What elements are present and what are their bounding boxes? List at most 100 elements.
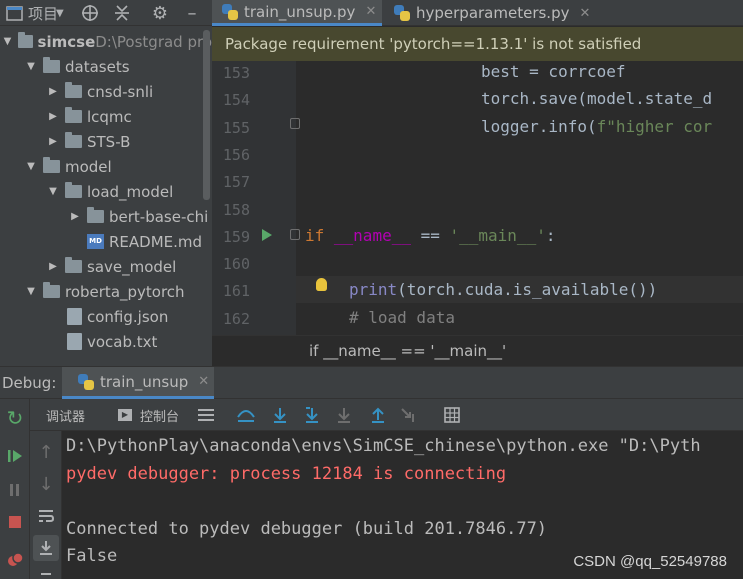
tree-item[interactable]: ▶ bert-base-chi bbox=[0, 204, 212, 229]
tree-item[interactable]: config.json bbox=[0, 304, 212, 329]
evaluate-expression-icon[interactable] bbox=[442, 405, 462, 425]
fold-icon[interactable] bbox=[290, 229, 300, 240]
pause-icon[interactable] bbox=[4, 479, 26, 501]
folder-icon bbox=[43, 157, 60, 173]
tree-item-label: lcqmc bbox=[87, 107, 132, 126]
show-execution-point-icon[interactable] bbox=[236, 405, 256, 425]
debug-toolbar: 调试器 ▶ 控制台 bbox=[30, 399, 743, 431]
line-number: 154 bbox=[222, 91, 250, 110]
chevron-down-icon[interactable]: ▼ bbox=[56, 3, 64, 23]
tree-item-label: README.md bbox=[109, 232, 203, 251]
tab-train-unsup[interactable]: train_unsup.py ✕ bbox=[212, 0, 382, 26]
chevron-right-icon[interactable]: ▶ bbox=[47, 261, 59, 272]
line-number: 161 bbox=[222, 282, 250, 301]
code-line[interactable]: print(torch.cuda.is_available()) bbox=[349, 280, 657, 299]
debug-tool-header: Debug: train_unsup ✕ bbox=[0, 366, 743, 399]
tree-item-label: bert-base-chi bbox=[109, 207, 209, 226]
tree-item-label: simcse bbox=[37, 32, 96, 51]
close-icon[interactable]: ✕ bbox=[198, 374, 209, 389]
chevron-right-icon[interactable]: ▶ bbox=[69, 211, 81, 222]
tree-item[interactable]: ▶ STS-B bbox=[0, 129, 212, 154]
tree-item-label: datasets bbox=[65, 57, 130, 76]
step-out-icon[interactable] bbox=[368, 405, 388, 425]
collapse-all-icon[interactable] bbox=[112, 3, 132, 23]
tab-console[interactable]: ▶ 控制台 bbox=[110, 399, 194, 431]
line-number: 155 bbox=[222, 118, 250, 137]
project-title[interactable]: 项目 bbox=[28, 3, 58, 23]
tree-item[interactable]: ▼ simcse D:\Postgrad pro bbox=[0, 29, 212, 54]
lightbulb-icon[interactable] bbox=[316, 278, 327, 291]
tree-item-label: save_model bbox=[87, 257, 177, 276]
folder-icon bbox=[65, 82, 82, 98]
folder-icon bbox=[65, 107, 82, 123]
hide-panel-icon[interactable]: – bbox=[182, 3, 202, 24]
console-line: pydev debugger: process 12184 is connect… bbox=[66, 463, 507, 484]
project-scrollbar[interactable] bbox=[203, 30, 210, 200]
chevron-right-icon[interactable]: ▶ bbox=[47, 86, 59, 97]
rerun-icon[interactable]: ↻ bbox=[4, 406, 26, 430]
chevron-down-icon[interactable]: ▼ bbox=[25, 161, 37, 172]
code-line[interactable]: if __name__ == '__main__': bbox=[305, 226, 555, 245]
tree-item-label: load_model bbox=[87, 182, 174, 201]
tree-item-label: roberta_pytorch bbox=[65, 282, 185, 301]
debug-session-tab[interactable]: train_unsup ✕ bbox=[62, 367, 214, 399]
chevron-down-icon[interactable]: ▼ bbox=[47, 186, 59, 197]
chevron-right-icon[interactable]: ▶ bbox=[47, 136, 59, 147]
view-breakpoints-icon[interactable] bbox=[4, 549, 26, 571]
package-requirement-banner: Package requirement 'pytorch==1.13.1' is… bbox=[212, 27, 743, 61]
stop-icon[interactable] bbox=[4, 511, 26, 533]
tree-item[interactable]: ▼ load_model bbox=[0, 179, 212, 204]
file-icon bbox=[67, 308, 82, 325]
run-to-cursor-icon[interactable] bbox=[400, 405, 420, 425]
arrow-up-icon[interactable]: ↑ bbox=[35, 441, 57, 463]
code-line[interactable]: logger.info(f"higher cor bbox=[481, 117, 712, 136]
console-line: Connected to pydev debugger (build 201.7… bbox=[66, 518, 548, 539]
tree-item[interactable]: ▼ datasets bbox=[0, 54, 212, 79]
folder-icon bbox=[65, 182, 82, 198]
tree-item-label: model bbox=[65, 157, 112, 176]
close-icon[interactable]: ✕ bbox=[579, 6, 590, 21]
python-file-icon bbox=[222, 3, 238, 20]
chevron-down-icon[interactable]: ▼ bbox=[25, 61, 37, 72]
chevron-down-icon[interactable]: ▼ bbox=[25, 286, 37, 297]
locate-icon[interactable] bbox=[80, 3, 100, 23]
code-line[interactable]: best = corrcoef bbox=[481, 62, 626, 81]
watermark: CSDN @qq_52549788 bbox=[573, 553, 727, 570]
tree-item[interactable]: MD README.md bbox=[0, 229, 212, 254]
more-icon[interactable] bbox=[35, 569, 57, 579]
gear-icon[interactable]: ⚙ bbox=[150, 3, 170, 24]
breadcrumb-item[interactable]: if __name__ == '__main__' bbox=[309, 342, 506, 360]
code-line[interactable]: torch.save(model.state_d bbox=[481, 89, 712, 108]
force-step-into-icon[interactable] bbox=[334, 405, 354, 425]
file-icon bbox=[67, 333, 82, 350]
markdown-file-icon: MD bbox=[87, 234, 104, 249]
soft-wrap-icon[interactable] bbox=[35, 505, 57, 527]
line-number: 162 bbox=[222, 309, 250, 328]
code-line[interactable]: # load data bbox=[349, 308, 455, 327]
arrow-down-icon[interactable]: ↓ bbox=[35, 473, 57, 495]
breadcrumb[interactable]: if __name__ == '__main__' bbox=[212, 335, 743, 365]
tree-item[interactable]: ▶ lcqmc bbox=[0, 104, 212, 129]
tree-item[interactable]: vocab.txt bbox=[0, 329, 212, 354]
tree-item[interactable]: ▶ save_model bbox=[0, 254, 212, 279]
menu-icon[interactable] bbox=[196, 405, 216, 425]
folder-icon bbox=[65, 257, 82, 273]
tab-hyperparameters[interactable]: hyperparameters.py ✕ bbox=[384, 0, 594, 26]
tree-item[interactable]: ▶ cnsd-snli bbox=[0, 79, 212, 104]
close-icon[interactable]: ✕ bbox=[365, 4, 376, 19]
tree-item[interactable]: ▼ roberta_pytorch bbox=[0, 279, 212, 304]
run-gutter-icon[interactable] bbox=[262, 229, 272, 241]
tree-item[interactable]: ▼ model bbox=[0, 154, 212, 179]
fold-icon[interactable] bbox=[290, 118, 300, 129]
project-window-icon[interactable] bbox=[4, 3, 24, 23]
tab-debugger[interactable]: 调试器 bbox=[30, 399, 102, 431]
step-over-icon[interactable] bbox=[270, 405, 290, 425]
tab-label: train_unsup.py bbox=[244, 2, 356, 21]
chevron-down-icon[interactable]: ▼ bbox=[2, 36, 12, 47]
chevron-right-icon[interactable]: ▶ bbox=[47, 111, 59, 122]
folder-icon bbox=[43, 57, 60, 73]
line-number: 159 bbox=[222, 227, 250, 246]
scroll-to-end-icon[interactable] bbox=[33, 535, 59, 561]
resume-icon[interactable] bbox=[4, 445, 26, 467]
step-into-my-code-icon[interactable] bbox=[302, 405, 322, 425]
